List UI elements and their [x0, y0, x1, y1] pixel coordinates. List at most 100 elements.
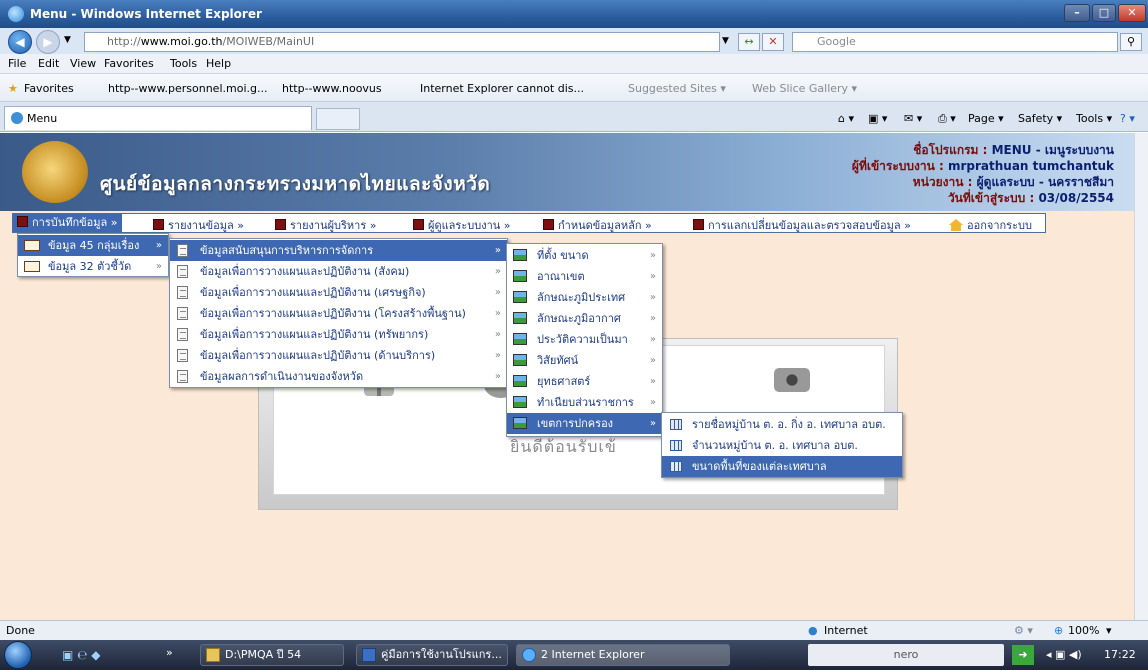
menu-item-village-count[interactable]: จำนวนหมู่บ้าน ต. อ. เทศบาล อบต.: [662, 435, 902, 456]
menu-item-territory[interactable]: อาณาเขต»: [507, 266, 662, 287]
vertical-scrollbar[interactable]: [1134, 133, 1148, 640]
safety-menu[interactable]: Safety ▾: [1018, 112, 1062, 125]
menu-item-infrastructure[interactable]: ข้อมูลเพื่อการวางแผนและปฏิบัติงาน (โครงส…: [170, 303, 507, 324]
address-input[interactable]: http://www.moi.go.th/MOIWEB/MainUI: [84, 32, 720, 52]
forward-button[interactable]: ▶: [36, 30, 60, 54]
feeds-icon[interactable]: ▣ ▾: [868, 112, 887, 125]
favorite-link-ie-error[interactable]: Internet Explorer cannot dis...: [420, 82, 584, 95]
globe-icon: ●: [808, 624, 818, 637]
compatibility-icon[interactable]: ↔: [738, 33, 760, 51]
favorite-link-noovus[interactable]: http--www.noovus: [282, 82, 382, 95]
ie-logo-icon: [8, 6, 24, 22]
menu-item-location[interactable]: ที่ตั้ง ขนาด»: [507, 245, 662, 266]
taskbar-item-document[interactable]: คู่มือการใช้งานโปรแกร...: [356, 644, 508, 666]
help-icon[interactable]: ? ▾: [1120, 112, 1135, 125]
quick-launch-more[interactable]: »: [166, 646, 173, 659]
menu-item-topography[interactable]: ลักษณะภูมิประเทศ»: [507, 287, 662, 308]
menu-favorites[interactable]: Favorites: [104, 57, 154, 70]
status-text: Done: [6, 624, 35, 637]
clock: 17:22: [1104, 648, 1136, 661]
quick-launch-icons[interactable]: ▣ ℮ ◆: [62, 648, 100, 662]
zoom-icon: ⊕: [1054, 624, 1064, 637]
menu-item-strategy[interactable]: ยุทธศาสตร์»: [507, 371, 662, 392]
menu-edit[interactable]: Edit: [38, 57, 59, 70]
picture-icon: [513, 249, 527, 261]
search-input[interactable]: Google: [792, 32, 1118, 52]
nav-logout[interactable]: ออกจากระบบ: [949, 216, 1032, 234]
search-icon[interactable]: ⚲: [1120, 33, 1142, 51]
suggested-sites-button[interactable]: Suggested Sites ▾: [628, 82, 726, 95]
menu-item-vision[interactable]: วิสัยทัศน์»: [507, 350, 662, 371]
welcome-text: ยินดีต้อนรับเข้: [510, 437, 617, 456]
taskbar-item-ie[interactable]: 2 Internet Explorer: [516, 644, 730, 666]
ie-icon: [522, 648, 536, 662]
new-tab-button[interactable]: [316, 108, 360, 130]
picture-icon: [513, 312, 527, 324]
menu-item-government-directory[interactable]: ทำเนียบส่วนราชการ»: [507, 392, 662, 413]
menu-item-management-support[interactable]: ข้อมูลสนับสนุนการบริหารการจัดการ»: [170, 240, 507, 261]
zoom-level[interactable]: 100%: [1068, 624, 1099, 637]
favorites-button[interactable]: Favorites: [24, 82, 74, 95]
recent-pages-dropdown[interactable]: ▼: [64, 35, 71, 45]
menu-tools[interactable]: Tools: [170, 57, 197, 70]
menu-view[interactable]: View: [70, 57, 96, 70]
stop-icon[interactable]: ✕: [762, 33, 784, 51]
maximize-button[interactable]: □: [1092, 4, 1116, 22]
protected-mode-icon[interactable]: ⚙ ▾: [1014, 624, 1033, 637]
document-icon: [177, 370, 188, 383]
menu-item-province-results[interactable]: ข้อมูลผลการดำเนินงานของจังหวัด»: [170, 366, 507, 387]
tools-menu[interactable]: Tools ▾: [1076, 112, 1112, 125]
back-button[interactable]: ◀: [8, 30, 32, 54]
minimize-button[interactable]: –: [1064, 4, 1090, 22]
menu-item-village-list[interactable]: รายชื่อหมู่บ้าน ต. อ. กิ่ง อ. เทศบาล อบต…: [662, 414, 902, 435]
menu-item-history[interactable]: ประวัติความเป็นมา»: [507, 329, 662, 350]
menu-item-resources[interactable]: ข้อมูลเพื่อการวางแผนและปฏิบัติงาน (ทรัพย…: [170, 324, 507, 345]
menu-item-municipal-area[interactable]: ขนาดพื้นที่ของแต่ละเทศบาล: [662, 456, 902, 477]
zoom-dropdown[interactable]: ▾: [1106, 624, 1112, 637]
tab-menu[interactable]: Menu: [4, 106, 312, 130]
mail-icon[interactable]: ✉ ▾: [904, 112, 922, 125]
menu-item-administrative-area[interactable]: เขตการปกครอง»: [507, 413, 662, 434]
submenu-45-groups: ข้อมูลสนับสนุนการบริหารการจัดการ» ข้อมูล…: [169, 238, 508, 388]
home-icon[interactable]: ⌂ ▾: [838, 112, 854, 125]
window-titlebar: Menu - Windows Internet Explorer – □ ✕: [0, 0, 1148, 28]
menu-item-45-groups[interactable]: ข้อมูล 45 กลุ่มเรื่อง»: [18, 235, 168, 256]
start-button[interactable]: [4, 641, 32, 669]
nav-system-admin[interactable]: ผู้ดูแลระบบงาน »: [413, 216, 511, 234]
favorite-link-personnel[interactable]: http--www.personnel.moi.g...: [108, 82, 267, 95]
menu-item-services[interactable]: ข้อมูลเพื่อการวางแผนและปฏิบัติงาน (ด้านบ…: [170, 345, 507, 366]
picture-icon: [513, 354, 527, 366]
window-title: Menu - Windows Internet Explorer: [30, 7, 262, 21]
address-dropdown[interactable]: ▼: [722, 36, 729, 46]
web-slice-gallery-button[interactable]: Web Slice Gallery ▾: [752, 82, 857, 95]
tray-icons[interactable]: ◂ ▣ ◀): [1046, 648, 1082, 661]
site-title: ศูนย์ข้อมูลกลางกระทรวงมหาดไทยและจังหวัด: [100, 173, 491, 195]
book-icon: [543, 219, 554, 230]
picture-icon: [513, 417, 527, 429]
submenu-administrative-area: รายชื่อหมู่บ้าน ต. อ. กิ่ง อ. เทศบาล อบต…: [661, 412, 903, 478]
menu-help[interactable]: Help: [206, 57, 231, 70]
nero-go-button[interactable]: ➜: [1012, 645, 1034, 665]
menu-file[interactable]: File: [8, 57, 26, 70]
picture-icon: [513, 270, 527, 282]
house-icon: [949, 219, 963, 231]
menu-item-32-indicators[interactable]: ข้อมูล 32 ตัวชี้วัด»: [18, 256, 168, 277]
nav-executive-report[interactable]: รายงานผู้บริหาร »: [275, 216, 377, 234]
document-icon: [177, 328, 188, 341]
table-icon: [670, 461, 682, 472]
nav-data-exchange[interactable]: การแลกเปลี่ยนข้อมูลและตรวจสอบข้อมูล »: [693, 216, 911, 234]
document-icon: [177, 244, 188, 257]
close-button[interactable]: ✕: [1118, 4, 1146, 22]
nav-data-report[interactable]: รายงานข้อมูล »: [153, 216, 244, 234]
document-icon: [177, 307, 188, 320]
print-icon[interactable]: ⎙ ▾: [938, 112, 956, 126]
nav-master-data[interactable]: กำหนดข้อมูลหลัก »: [543, 216, 652, 234]
nero-toolbar[interactable]: nero: [808, 644, 1004, 666]
menu-item-economy[interactable]: ข้อมูลเพื่อการวางแผนและปฏิบัติงาน (เศรษฐ…: [170, 282, 507, 303]
menu-item-climate[interactable]: ลักษณะภูมิอากาศ»: [507, 308, 662, 329]
taskbar-item-folder[interactable]: D:\PMQA ปี 54: [200, 644, 344, 666]
menu-item-social[interactable]: ข้อมูลเพื่อการวางแผนและปฏิบัติงาน (สังคม…: [170, 261, 507, 282]
page-menu[interactable]: Page ▾: [968, 112, 1004, 125]
picture-icon: [513, 333, 527, 345]
nav-data-entry[interactable]: การบันทึกข้อมูล »: [13, 214, 122, 232]
